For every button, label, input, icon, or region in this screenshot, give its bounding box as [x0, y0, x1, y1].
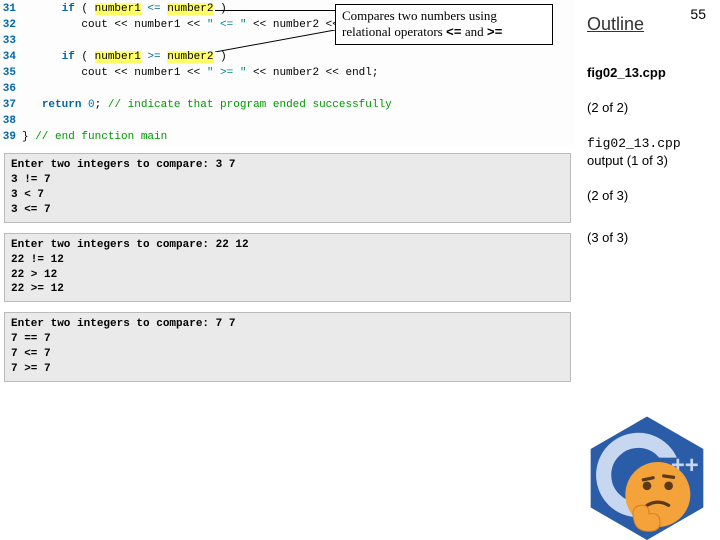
callout-text-2a: relational operators — [342, 24, 446, 39]
callout-text-1: Compares two numbers using — [342, 8, 497, 23]
code-line-39: 39} // end function main — [0, 130, 575, 146]
callout-sym-2: >= — [487, 25, 503, 40]
code-line-37: 37 return 0; // indicate that program en… — [0, 98, 575, 114]
cpp-logo-icon: ++ — [582, 410, 712, 540]
callout-box: Compares two numbers using relational op… — [335, 4, 553, 45]
code-line-38: 38 — [0, 114, 575, 130]
sidebar-item-3of3: (3 of 3) — [587, 230, 708, 247]
output-box-1: Enter two integers to compare: 3 7 3 != … — [4, 153, 571, 222]
callout-sym-1: <= — [446, 25, 462, 40]
code-line-34: 34 if ( number1 >= number2 ) — [0, 50, 575, 66]
callout-mid: and — [462, 24, 487, 39]
sidebar-mono: fig02_13.cpp — [587, 136, 681, 151]
sidebar-item-2of2: (2 of 2) — [587, 100, 708, 117]
sidebar-item-output-1: fig02_13.cpp output (1 of 3) — [587, 135, 708, 170]
output-box-2: Enter two integers to compare: 22 12 22 … — [4, 233, 571, 302]
sidebar-output-label: output (1 of 3) — [587, 153, 668, 168]
code-line-36: 36 — [0, 82, 575, 98]
sidebar-item-filename: fig02_13.cpp — [587, 65, 708, 82]
page-number: 55 — [690, 6, 706, 22]
content-panel: Compares two numbers using relational op… — [0, 0, 575, 540]
callout-connector-2 — [215, 30, 335, 52]
output-box-3: Enter two integers to compare: 7 7 7 == … — [4, 312, 571, 381]
callout-connector-1 — [215, 10, 335, 11]
code-line-35: 35 cout << number1 << " >= " << number2 … — [0, 66, 575, 82]
sidebar-item-2of3: (2 of 3) — [587, 188, 708, 205]
